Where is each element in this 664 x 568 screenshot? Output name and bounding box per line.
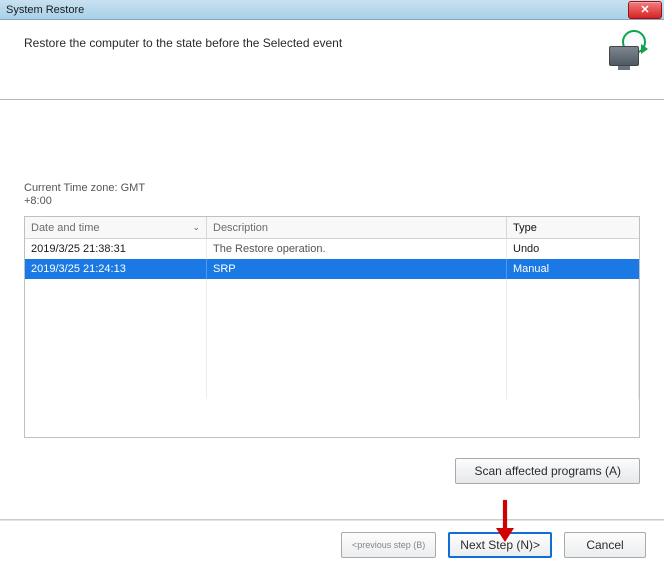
system-restore-icon [602, 30, 646, 70]
next-step-button[interactable]: Next Step (N)> [448, 532, 552, 558]
wizard-footer: <previous step (B) Next Step (N)> Cancel [0, 520, 664, 568]
table-row-empty [25, 279, 639, 299]
table-row-empty [25, 339, 639, 359]
timezone-line2: +8:00 [24, 195, 640, 208]
restore-points-table: Date and time ⌄ Description Type 2019/3/… [24, 216, 640, 438]
header-type[interactable]: Type [507, 217, 639, 238]
timezone-line1: Current Time zone: GMT [24, 182, 640, 195]
close-icon: ✕ [640, 3, 649, 16]
sort-indicator-icon: ⌄ [192, 222, 200, 233]
table-row[interactable]: 2019/3/25 21:38:31 The Restore operation… [25, 239, 639, 259]
previous-step-button[interactable]: <previous step (B) [341, 532, 436, 558]
cell-description: SRP [207, 259, 507, 279]
table-row-empty [25, 359, 639, 379]
instruction-panel: Restore the computer to the state before… [0, 20, 664, 100]
cell-type: Manual [507, 259, 639, 279]
cell-datetime: 2019/3/25 21:24:13 [25, 259, 207, 279]
instruction-text: Restore the computer to the state before… [24, 36, 342, 50]
scan-button-wrap: Scan affected programs (A) [24, 458, 640, 484]
body-area: Current Time zone: GMT +8:00 Date and ti… [0, 100, 664, 520]
close-button[interactable]: ✕ [628, 1, 662, 19]
cell-description: The Restore operation. [207, 239, 507, 259]
table-row[interactable]: 2019/3/25 21:24:13 SRP Manual [25, 259, 639, 279]
window-title: System Restore [6, 4, 84, 16]
header-description[interactable]: Description [207, 217, 507, 238]
scan-affected-programs-button[interactable]: Scan affected programs (A) [455, 458, 640, 484]
table-row-empty [25, 319, 639, 339]
timezone-label: Current Time zone: GMT +8:00 [24, 182, 640, 208]
titlebar: System Restore ✕ [0, 0, 664, 20]
system-restore-window: System Restore ✕ Restore the computer to… [0, 0, 664, 568]
table-body: 2019/3/25 21:38:31 The Restore operation… [25, 239, 639, 437]
header-datetime[interactable]: Date and time ⌄ [25, 217, 207, 238]
cancel-button[interactable]: Cancel [564, 532, 646, 558]
cell-datetime: 2019/3/25 21:38:31 [25, 239, 207, 259]
table-row-empty [25, 299, 639, 319]
table-header-row: Date and time ⌄ Description Type [25, 217, 639, 239]
cell-type: Undo [507, 239, 639, 259]
table-row-empty [25, 379, 639, 399]
